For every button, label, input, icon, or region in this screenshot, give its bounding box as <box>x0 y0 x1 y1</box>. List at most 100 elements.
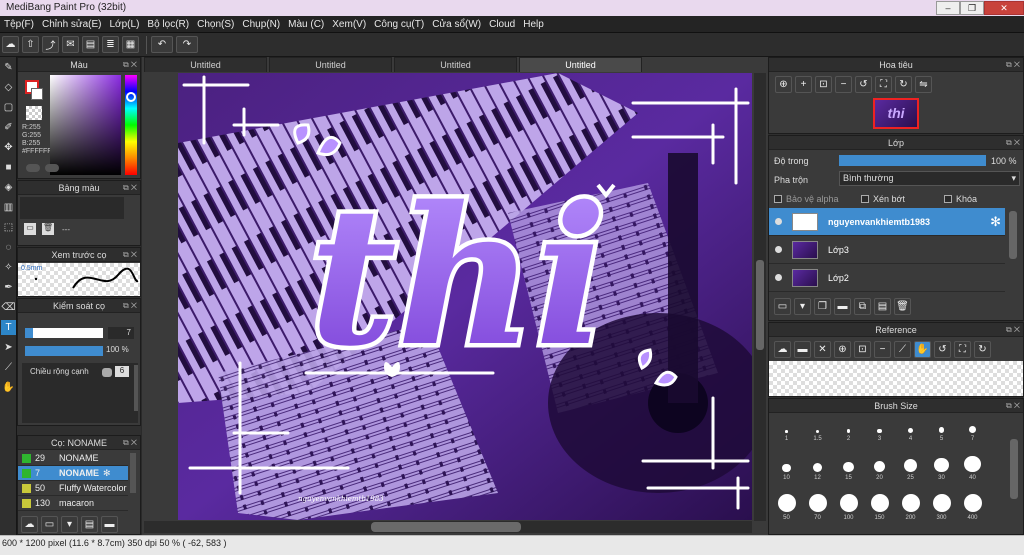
menu-item-2[interactable]: Lớp(L) <box>106 19 144 30</box>
brush-size-scrollbar[interactable] <box>1010 439 1018 499</box>
hue-slider[interactable] <box>125 75 137 175</box>
lock-checkbox[interactable] <box>944 195 952 203</box>
layer-row[interactable]: Lớp3 <box>769 236 1005 264</box>
brush-tool-icon[interactable]: ✐ <box>1 120 16 135</box>
canvas-vscroll-thumb[interactable] <box>756 260 764 350</box>
brush-size-option[interactable]: 4 <box>895 415 926 443</box>
menu-item-8[interactable]: Công cụ(T) <box>370 19 428 30</box>
brush-size-option[interactable]: 1.5 <box>802 415 833 443</box>
panel-options-icon[interactable]: ⧉ ✕ <box>123 181 137 195</box>
brush-size-slider[interactable] <box>25 328 103 338</box>
brush-list-item[interactable]: 100Watercolor Wet <box>18 511 128 513</box>
close-icon[interactable]: ✕ <box>984 1 1024 15</box>
edge-width-value[interactable]: 6 <box>115 366 129 377</box>
export-icon[interactable]: ⇧ <box>22 36 39 53</box>
layer-opacity-slider[interactable] <box>839 155 986 166</box>
brush-list-item[interactable]: 50 Fluffy Watercolor <box>18 481 128 496</box>
tab-untitled-3[interactable]: Untitled <box>394 57 517 72</box>
list-icon[interactable]: ≣ <box>102 36 119 53</box>
reference-open-icon[interactable]: ▬ <box>794 341 811 358</box>
zoom-fit-icon[interactable]: ⊡ <box>815 76 832 93</box>
tab-untitled-2[interactable]: Untitled <box>269 57 392 72</box>
new-layer-icon[interactable]: ▭ <box>774 298 791 315</box>
reference-zoom-fit-icon[interactable]: ⊡ <box>854 341 871 358</box>
brush-list-scrollbar[interactable] <box>130 453 136 493</box>
pen-tool-icon[interactable]: ✎ <box>1 60 16 75</box>
brush-size-option[interactable]: 25 <box>895 454 926 482</box>
brush-size-option[interactable]: 1 <box>771 415 802 443</box>
edge-width-slider[interactable] <box>102 368 112 377</box>
clipping-checkbox[interactable] <box>861 195 869 203</box>
brush-size-option[interactable]: 7 <box>957 415 988 443</box>
lasso-tool-icon[interactable]: ◌ <box>1 240 16 255</box>
document-icon[interactable]: ▤ <box>82 36 99 53</box>
gradient-tool-icon[interactable]: ▥ <box>1 200 16 215</box>
add-palette-icon[interactable]: ▭ <box>24 223 36 235</box>
brush-size-option[interactable]: 3 <box>864 415 895 443</box>
menu-item-11[interactable]: Help <box>519 19 548 30</box>
brush-size-option[interactable]: 400 <box>957 493 988 522</box>
rotate-right-icon[interactable]: ↻ <box>895 76 912 93</box>
menu-item-1[interactable]: Chỉnh sửa(E) <box>38 19 106 30</box>
reference-canvas[interactable] <box>769 361 1023 396</box>
reference-hand-icon[interactable]: ✋ <box>914 341 931 358</box>
canvas-hscroll-thumb[interactable] <box>371 522 521 532</box>
eraser-tool-icon[interactable]: ◇ <box>1 80 16 95</box>
brush-size-option[interactable]: 300 <box>926 493 957 522</box>
duplicate-layer-icon[interactable]: ❐ <box>814 298 831 315</box>
new-layer-dropdown-icon[interactable]: ▾ <box>794 298 811 315</box>
layer-row[interactable]: nguyenvankhiemtb1983 ✻ <box>769 208 1005 236</box>
rotate-left-icon[interactable]: ↺ <box>855 76 872 93</box>
drawing-canvas[interactable]: thi nguyenvankhiemtb1983 <box>178 73 752 520</box>
reference-eyedropper-icon[interactable]: ⟋ <box>894 341 911 358</box>
brush-size-option[interactable]: 150 <box>864 493 895 522</box>
brush-settings-icon[interactable]: ▤ <box>81 515 98 533</box>
navigator-thumbnail[interactable]: thi <box>873 98 919 129</box>
color-option-button-2[interactable] <box>45 164 59 172</box>
zoom-reset-icon[interactable]: ⊕ <box>775 76 792 93</box>
brush-size-option[interactable]: 10 <box>771 454 802 482</box>
redo-icon[interactable]: ↷ <box>176 36 198 53</box>
layer-row[interactable]: Lớp2 <box>769 264 1005 292</box>
brush-size-option[interactable]: 2 <box>833 415 864 443</box>
brush-list-item[interactable]: 7 NONAME ✻ <box>18 466 128 481</box>
transparent-swatch[interactable] <box>26 106 42 120</box>
cloud-icon[interactable]: ☁ <box>2 36 19 53</box>
reference-close-icon[interactable]: ✕ <box>814 341 831 358</box>
reference-rotate-icon[interactable]: ↺ <box>934 341 951 358</box>
fit-window-icon[interactable]: ⛶ <box>875 76 892 93</box>
zoom-in-icon[interactable]: + <box>795 76 812 93</box>
reference-rotate-right-icon[interactable]: ↻ <box>974 341 991 358</box>
protect-alpha-option[interactable]: Bảo vệ alpha <box>774 194 839 204</box>
brush-size-option[interactable]: 30 <box>926 454 957 482</box>
operation-tool-icon[interactable]: ➤ <box>1 340 16 355</box>
bucket-tool-icon[interactable]: ◈ <box>1 180 16 195</box>
select-eraser-tool-icon[interactable]: ⌫ <box>1 300 16 315</box>
panel-options-icon[interactable]: ⧉ ✕ <box>1006 323 1020 337</box>
brush-opacity-slider[interactable] <box>25 346 103 356</box>
select-pen-tool-icon[interactable]: ✒ <box>1 280 16 295</box>
brush-size-option[interactable]: 5 <box>926 415 957 443</box>
text-tool-icon[interactable]: T <box>1 320 16 335</box>
panel-options-icon[interactable]: ⧉ ✕ <box>1006 58 1020 72</box>
gear-icon[interactable]: ✻ <box>103 468 111 479</box>
restore-icon[interactable]: ❐ <box>960 1 984 15</box>
color-sv-picker[interactable] <box>50 75 121 175</box>
panel-options-icon[interactable]: ⧉ ✕ <box>123 58 137 72</box>
brush-size-option[interactable]: 40 <box>957 454 988 482</box>
undo-icon[interactable]: ↶ <box>151 36 173 53</box>
menu-item-4[interactable]: Chọn(S) <box>193 19 238 30</box>
dot-tool-icon[interactable]: ▢ <box>1 100 16 115</box>
menu-item-9[interactable]: Cửa sổ(W) <box>428 19 485 30</box>
magic-wand-tool-icon[interactable]: ✧ <box>1 260 16 275</box>
merge-layer-icon[interactable]: ⧉ <box>854 298 871 315</box>
reference-zoom-out-icon[interactable]: − <box>874 341 891 358</box>
layer-folder-icon[interactable]: ▬ <box>834 298 851 315</box>
clipping-option[interactable]: Xén bớt <box>861 194 905 204</box>
fill-rect-tool-icon[interactable]: ■ <box>1 160 16 175</box>
eyedropper-tool-icon[interactable]: ⟋ <box>1 360 16 375</box>
add-brush-icon[interactable]: ▭ <box>41 515 58 533</box>
tab-untitled-4[interactable]: Untitled <box>519 57 642 72</box>
reference-zoom-reset-icon[interactable]: ⊕ <box>834 341 851 358</box>
layer-settings-icon[interactable]: ▤ <box>874 298 891 315</box>
